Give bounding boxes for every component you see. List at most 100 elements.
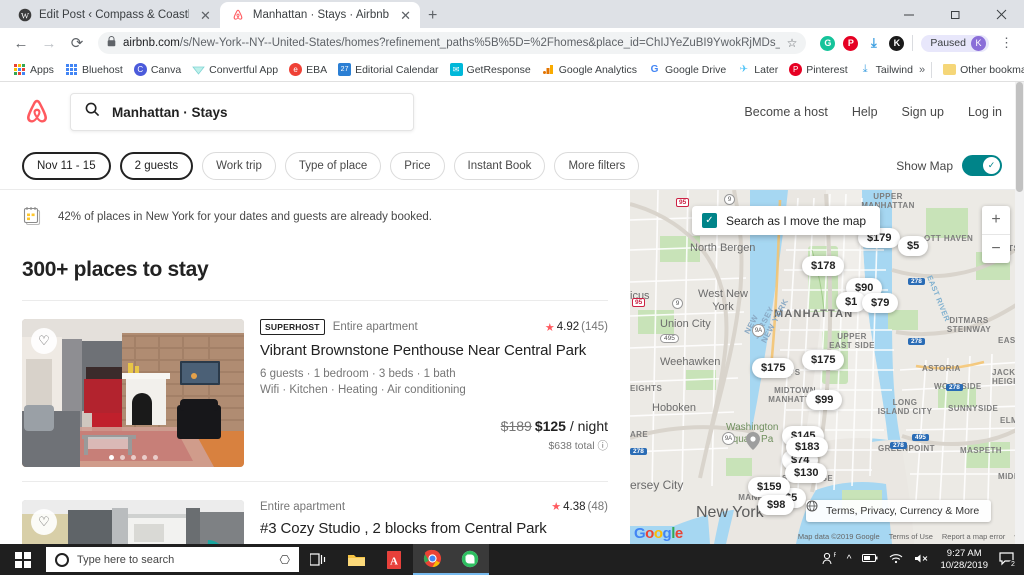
listing-card[interactable]: ♡ SUPERHOST Entire apartment ★ 4.92 (145… [22,301,608,481]
browser-tab-2[interactable]: Manhattan · Stays · Airbnb ✕ [219,2,420,28]
bookmark-getresponse[interactable]: ✉ GetResponse [445,61,536,78]
tailwind-icon: ⤓ [862,63,868,75]
listing-photo[interactable]: ♡ [22,319,244,467]
star-icon[interactable]: ☆ [787,36,798,50]
zoom-out-button[interactable]: − [982,235,1010,263]
lock-icon [107,36,116,50]
favorite-heart-icon[interactable]: ♡ [31,509,57,535]
bookmark-canva[interactable]: C Canva [129,61,186,78]
chrome-icon[interactable] [413,544,451,575]
bookmark-editorial-calendar[interactable]: 27 Editorial Calendar [333,61,443,78]
bookmark-bluehost[interactable]: Bluehost [60,61,128,78]
filter-guests[interactable]: 2 guests [119,151,194,180]
listing-card[interactable]: ♡ Entire apartment ★ 4.38 (48) #3 Cozy S… [22,482,608,544]
airbnb-logo[interactable] [22,96,52,128]
chrome-menu-icon[interactable]: ⋮ [997,35,1016,51]
minimize-button[interactable] [886,0,932,28]
bookmark-google-drive[interactable]: G Google Drive [643,61,731,78]
filter-instant-book[interactable]: Instant Book [453,151,546,180]
listing-title[interactable]: #3 Cozy Studio , 2 blocks from Central P… [260,520,608,537]
getresponse-icon: ✉ [449,63,463,76]
bookmark-pinterest[interactable]: P Pinterest [784,61,852,78]
forward-button[interactable]: → [36,30,62,56]
adobe-acrobat-icon[interactable]: A [375,544,413,575]
photo-carousel-dots[interactable] [22,455,244,460]
reload-button[interactable]: ⟳ [64,30,90,56]
taskbar-search[interactable]: Type here to search ⎔ [46,547,299,572]
bookmark-label: Pinterest [806,63,848,76]
search-as-i-move-control[interactable]: ✓ Search as I move the map [692,206,881,235]
listing-title[interactable]: Vibrant Brownstone Penthouse Near Centra… [260,342,608,359]
checkbox-checked-icon[interactable]: ✓ [702,213,717,228]
task-view-icon[interactable] [299,544,337,575]
map-price-marker[interactable]: $175 [752,358,795,378]
map-price-marker[interactable]: $183 [786,437,829,457]
filter-work-trip[interactable]: Work trip [202,151,276,180]
listing-price: $189 $125 / night $638 total ⓘ [501,418,608,453]
nav-help[interactable]: Help [852,105,878,119]
profile-button[interactable]: Paused K [921,34,989,52]
filter-type-of-place[interactable]: Type of place [284,151,382,180]
info-icon[interactable]: ⓘ [598,440,609,452]
bookmark-apps[interactable]: Apps [8,61,59,78]
search-input[interactable]: Manhattan · Stays [70,93,414,131]
notification-icon[interactable]: 2 [999,551,1018,570]
map-price-marker[interactable]: $98 [758,495,795,515]
kicksta-extension-icon[interactable]: K [889,35,905,51]
filter-more-filters[interactable]: More filters [554,151,640,180]
address-bar[interactable]: airbnb.com/s/New-York--NY--United-States… [98,32,807,54]
favorite-heart-icon[interactable]: ♡ [31,328,57,354]
zoom-in-button[interactable]: + [982,206,1010,234]
pinterest-extension-icon[interactable]: P [843,35,859,51]
chevron-up-icon[interactable]: ^ [847,554,852,565]
map-price-marker[interactable]: $178 [802,256,845,276]
bookmark-tailwind[interactable]: ⤓ Tailwind [854,61,918,78]
map-price-marker[interactable]: $79 [862,293,899,313]
bookmark-google-analytics[interactable]: Google Analytics [537,61,642,78]
volume-muted-icon[interactable] [914,553,929,567]
map-price-marker[interactable]: $5 [898,236,929,256]
people-icon[interactable]: R [822,552,838,568]
microphone-icon[interactable]: ⎔ [280,553,290,567]
battery-icon[interactable] [862,553,878,566]
bookmark-convertful[interactable]: Convertful App [187,61,283,78]
map-attribution-report[interactable]: Report a map error [942,532,1005,541]
map-terms-button[interactable]: Terms, Privacy, Currency & More [806,500,992,522]
file-explorer-icon[interactable] [337,544,375,575]
map-zoom-controls[interactable]: + − [982,206,1010,263]
tailwind-extension-icon[interactable]: ⤓ [866,35,881,51]
map-price-marker[interactable]: $130 [785,463,828,483]
scrollbar-thumb[interactable] [1016,82,1023,192]
maximize-button[interactable] [932,0,978,28]
bookmark-later[interactable]: ✈ Later [732,61,783,78]
show-map-toggle[interactable]: ✓ [962,155,1002,176]
close-icon[interactable]: ✕ [200,9,211,22]
close-button[interactable] [978,0,1024,28]
nav-become-a-host[interactable]: Become a host [744,105,827,119]
nav-sign-up[interactable]: Sign up [902,105,944,119]
close-icon[interactable]: ✕ [400,9,411,22]
evernote-icon[interactable] [451,544,489,575]
map-attribution-terms[interactable]: Terms of Use [889,532,933,541]
map-price-marker[interactable]: $175 [802,350,845,370]
filter-dates[interactable]: Nov 11 - 15 [22,151,111,180]
wifi-icon[interactable] [889,553,903,567]
listing-photo[interactable]: ♡ [22,500,244,544]
map-price-marker[interactable]: $99 [806,390,843,410]
later-icon: ✈ [739,64,748,75]
bookmark-eba[interactable]: e EBA [284,61,332,78]
map-panel[interactable]: UPPER MANHATTAN OTT HAVEN NTS MANHATTAN D… [630,190,1024,544]
start-button[interactable] [0,544,46,575]
new-tab-button[interactable]: + [428,7,437,28]
map-price-marker[interactable]: $159 [748,477,791,497]
filter-price[interactable]: Price [390,151,445,180]
grammarly-icon[interactable]: G [820,35,836,51]
show-map-control[interactable]: Show Map ✓ [896,155,1002,176]
taskbar-clock[interactable]: 9:27 AM 10/28/2019 [940,548,988,572]
back-button[interactable]: ← [8,30,34,56]
page-scrollbar[interactable] [1015,82,1024,544]
browser-tab-1[interactable]: W Edit Post ‹ Compass & Coastline ✕ [6,2,220,28]
chevron-double-right-icon[interactable]: » [919,64,925,76]
nav-log-in[interactable]: Log in [968,105,1002,119]
other-bookmarks-folder[interactable]: Other bookmarks [938,61,1024,78]
